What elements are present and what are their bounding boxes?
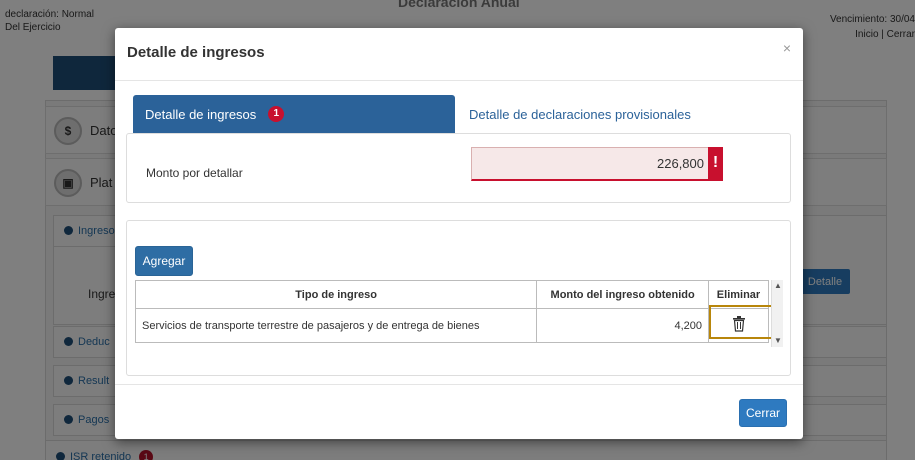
cerrar-button[interactable]: Cerrar [739, 399, 787, 427]
ingresos-grid: Tipo de ingreso Monto del ingreso obteni… [134, 280, 783, 347]
detalle-ingresos-modal: Detalle de ingresos × Detalle de ingreso… [115, 28, 803, 439]
tab-declaraciones-provisionales[interactable]: Detalle de declaraciones provisionales [469, 95, 691, 133]
tab-label: Detalle de ingresos [145, 106, 257, 122]
agregar-button[interactable]: Agregar [135, 246, 193, 276]
tab-label: Detalle de declaraciones provisionales [469, 106, 691, 122]
trash-icon[interactable] [732, 316, 746, 332]
tab-detalle-ingresos[interactable]: Detalle de ingresos 1 [133, 95, 455, 133]
tab-bar: Detalle de ingresos 1 Detalle de declara… [133, 95, 789, 133]
cell-monto: 4,200 [536, 308, 710, 343]
cell-tipo: Servicios de transporte terrestre de pas… [134, 308, 538, 343]
close-icon[interactable]: × [783, 40, 791, 56]
monto-label: Monto por detallar [146, 166, 243, 180]
alert-icon: ! [708, 147, 723, 181]
header-divider [115, 80, 803, 81]
ingresos-panel: Agregar Tipo de ingreso Monto del ingres… [126, 220, 791, 376]
scroll-up-icon[interactable]: ▲ [772, 280, 784, 292]
error-badge: 1 [268, 106, 285, 122]
footer-divider [115, 384, 803, 385]
column-header-tipo: Tipo de ingreso [134, 280, 538, 309]
scroll-down-icon[interactable]: ▼ [772, 335, 784, 347]
column-header-monto: Monto del ingreso obtenido [536, 280, 710, 309]
monto-input[interactable] [471, 147, 721, 181]
modal-title: Detalle de ingresos [127, 44, 265, 61]
table-row[interactable]: Servicios de transporte terrestre de pas… [134, 305, 779, 343]
ingresos-table: Tipo de ingreso Monto del ingreso obteni… [134, 280, 779, 343]
table-scrollbar[interactable]: ▲ ▼ [771, 280, 783, 347]
cell-eliminar [708, 305, 779, 343]
table-header-row: Tipo de ingreso Monto del ingreso obteni… [134, 280, 769, 309]
monto-panel: Monto por detallar ! [126, 133, 791, 203]
